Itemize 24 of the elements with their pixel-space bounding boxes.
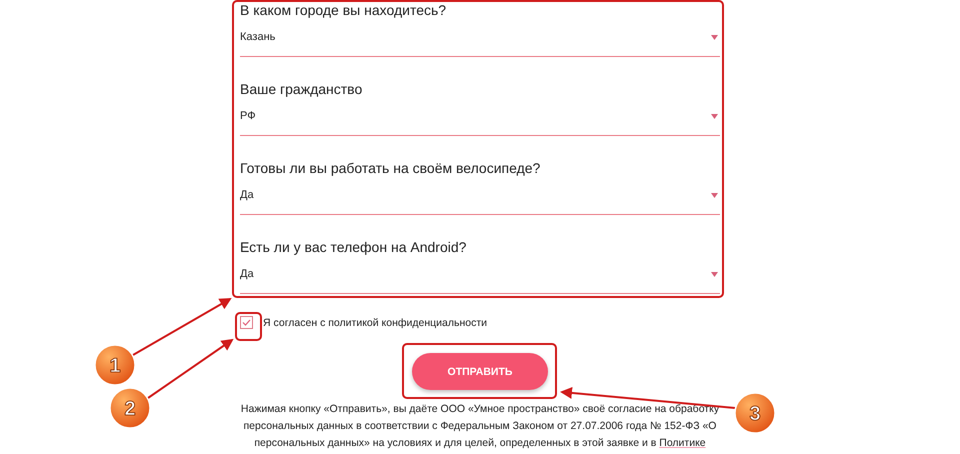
dropdown-caret-icon [711, 192, 718, 198]
field-label: Ваше гражданство [240, 80, 364, 99]
field-label: Есть ли у вас телефон на Android? [240, 238, 468, 257]
consent-checkbox[interactable] [240, 316, 253, 329]
highlight-frame [235, 312, 262, 341]
select-field[interactable]: Готовы ли вы работать на своём велосипеде? Да [240, 158, 720, 215]
field-value: Да [240, 268, 254, 280]
field-value: Да [240, 189, 254, 201]
field-value: Казань [240, 31, 276, 43]
select-field[interactable]: Ваше гражданство РФ [240, 79, 720, 136]
field-label: Готовы ли вы работать на своём велосипеде? [240, 159, 542, 178]
number-badge: 2 [109, 387, 151, 429]
consent-label: Я согласен с политикой конфиденциальности [263, 316, 488, 328]
select-field[interactable]: В каком городе вы находитесь? Казань [240, 0, 720, 57]
select-field[interactable]: Есть ли у вас телефон на Android? Да [240, 237, 720, 294]
dropdown-caret-icon [711, 34, 718, 40]
field-value: РФ [240, 110, 256, 122]
dropdown-caret-icon [711, 272, 718, 276]
policy-link[interactable]: Политике [659, 437, 706, 449]
dropdown-caret-icon [711, 114, 718, 118]
field-label: В каком городе вы находитесь? [240, 1, 448, 20]
number-badge: 3 [734, 392, 776, 434]
consent-notice: Нажимая кнопку «Отправить», вы даёте ООО «Умное пространство» своё согласие на обработку персональных данных в соответствии с Федеральным Законом от 27.07.2006 года № 152-ФЗ «О персональных данных» на условиях и для целей, определенных в этой заявке и в Политике [240, 402, 720, 451]
number-badge: 1 [94, 344, 136, 386]
